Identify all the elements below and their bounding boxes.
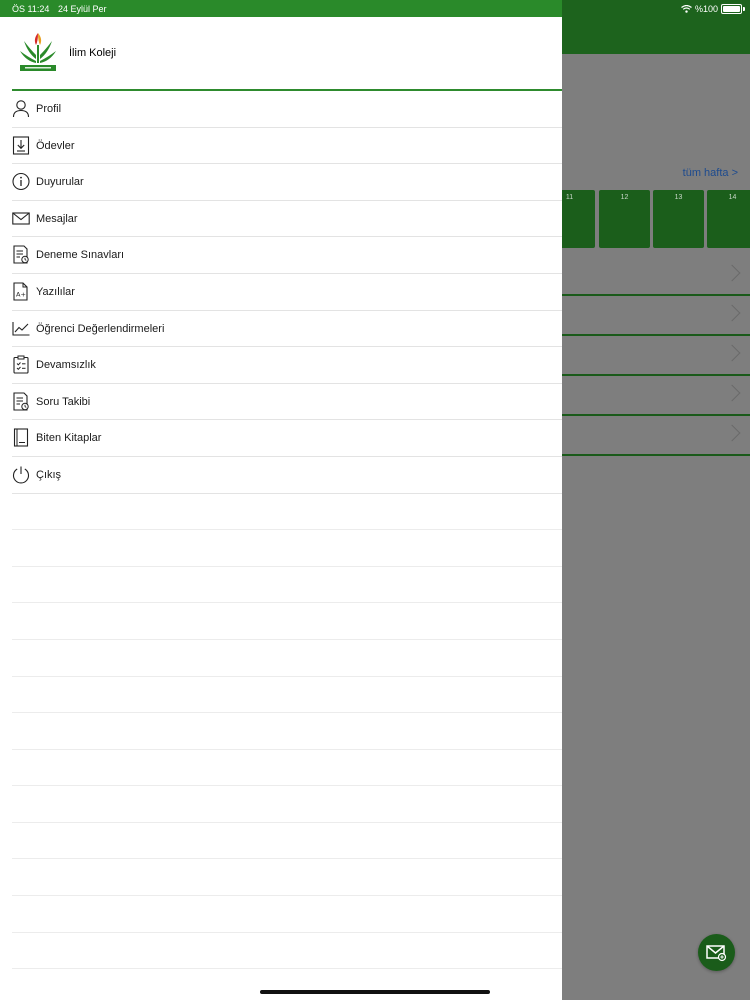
status-right: %100 [681, 4, 718, 14]
exam-list-icon [13, 245, 29, 264]
menu-item-label: Biten Kitaplar [36, 432, 102, 445]
menu-item-announcements[interactable]: Duyurular [12, 164, 562, 201]
svg-text:A+: A+ [16, 290, 26, 298]
menu-item-label: Soru Takibi [36, 395, 91, 408]
mail-icon [706, 945, 727, 962]
chevron-right-icon [723, 424, 741, 442]
menu-item-practice-exams[interactable]: Deneme Sınavları [12, 237, 562, 274]
a-plus-doc-icon: A+ [13, 282, 28, 301]
empty-row [12, 896, 562, 933]
day-number: 14 [728, 194, 737, 201]
menu-item-label: Çıkış [36, 468, 62, 481]
battery-nub [743, 7, 745, 11]
background-list-row[interactable] [562, 418, 750, 456]
menu-item-question-tracking[interactable]: Soru Takibi [12, 384, 562, 421]
person-icon [12, 100, 30, 118]
school-logo-icon [20, 33, 56, 71]
menu-item-label: Öğrenci Değerlendirmeleri [36, 322, 165, 335]
empty-row [12, 603, 562, 640]
chevron-right-icon [723, 384, 741, 402]
empty-row [12, 786, 562, 823]
menu-item-messages[interactable]: Mesajlar [12, 201, 562, 238]
empty-row [12, 640, 562, 677]
empty-row [12, 823, 562, 860]
empty-row [12, 750, 562, 787]
background-list-row[interactable] [562, 378, 750, 416]
menu-item-label: Devamsızlık [36, 359, 96, 372]
compose-message-button[interactable] [698, 934, 735, 971]
menu-item-absences[interactable]: Devamsızlık [12, 347, 562, 384]
background-list-row[interactable] [562, 338, 750, 376]
menu-item-logout[interactable]: Çıkış [12, 457, 562, 494]
chevron-right-icon [723, 304, 741, 322]
clipboard-check-icon [13, 355, 29, 374]
line-chart-icon [12, 321, 30, 336]
empty-row [12, 933, 562, 970]
menu-item-profile[interactable]: Profil [12, 91, 562, 128]
menu-item-homework[interactable]: Ödevler [12, 128, 562, 165]
empty-row [12, 494, 562, 531]
menu-item-label: Deneme Sınavları [36, 249, 125, 262]
navigation-drawer: İlim Koleji Profil Ödevler Duyurular Mes… [0, 17, 562, 1000]
empty-row [12, 567, 562, 604]
download-doc-icon [12, 136, 30, 155]
wifi-icon [681, 5, 692, 13]
menu-item-written-exams[interactable]: A+ Yazılılar [12, 274, 562, 311]
drawer-menu: Profil Ödevler Duyurular Mesajlar Deneme… [0, 91, 562, 970]
empty-row [12, 713, 562, 750]
battery-percent: %100 [694, 4, 718, 14]
menu-item-label: Profil [36, 103, 62, 115]
background-list-row[interactable] [562, 298, 750, 336]
empty-row [12, 530, 562, 567]
day-tile[interactable]: 14 [707, 190, 750, 248]
day-number: 13 [674, 194, 683, 201]
drawer-header: İlim Koleji [0, 17, 562, 91]
menu-item-student-evaluations[interactable]: Öğrenci Değerlendirmeleri [12, 311, 562, 348]
power-icon [13, 466, 29, 484]
book-icon [13, 428, 29, 447]
status-date: 24 Eylül Per [58, 4, 107, 14]
question-list-icon [13, 392, 29, 411]
menu-item-label: Mesajlar [36, 212, 78, 225]
chevron-right-icon [723, 344, 741, 362]
home-indicator[interactable] [260, 990, 490, 994]
all-week-link[interactable]: tüm hafta > [683, 167, 738, 179]
day-number: 12 [620, 194, 629, 201]
status-time: ÖS 11:24 [12, 4, 50, 14]
day-tile[interactable]: 13 [653, 190, 704, 248]
menu-item-label: Ödevler [36, 139, 75, 152]
status-bar: ÖS 11:24 24 Eylül Per %100 [0, 0, 750, 17]
school-name: İlim Koleji [69, 47, 117, 59]
chevron-right-icon [723, 264, 741, 282]
menu-item-label: Duyurular [36, 176, 84, 189]
day-tile[interactable]: 12 [599, 190, 650, 248]
info-icon [12, 173, 30, 191]
menu-item-finished-books[interactable]: Biten Kitaplar [12, 420, 562, 457]
empty-row [12, 859, 562, 897]
envelope-icon [12, 212, 30, 225]
empty-row [12, 677, 562, 714]
menu-item-label: Yazılılar [36, 285, 75, 298]
battery-icon [721, 4, 742, 14]
background-list-row[interactable] [562, 258, 750, 296]
